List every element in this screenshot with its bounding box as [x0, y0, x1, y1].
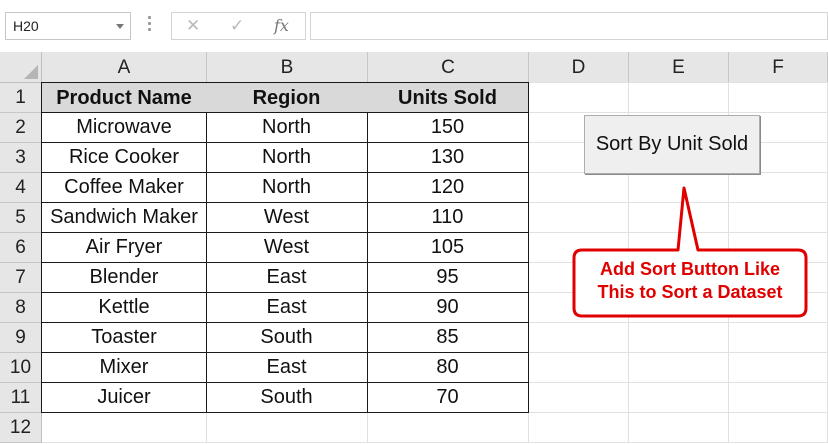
- callout-line-1: Add Sort Button Like: [600, 259, 780, 279]
- callout-bubble: [572, 186, 808, 318]
- callout-line-2: This to Sort a Dataset: [597, 282, 783, 302]
- callout-text: Add Sort Button Like This to Sort a Data…: [574, 258, 806, 304]
